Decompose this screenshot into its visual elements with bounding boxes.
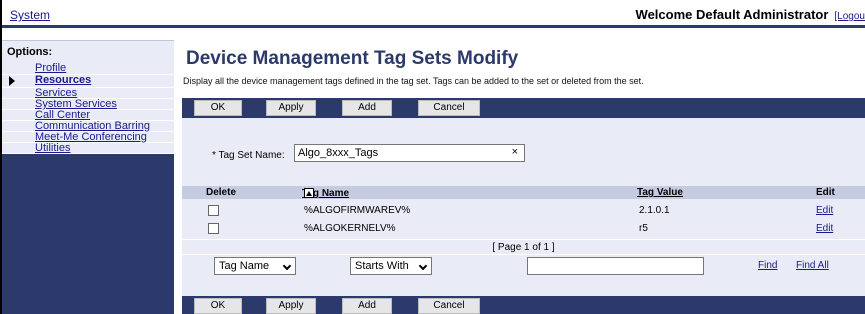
search-row: Tag Name Starts With Find Find All <box>182 257 865 275</box>
logout-link[interactable]: [Logou <box>834 11 865 22</box>
content-panel: * Tag Set Name: Algo_8xxx_Tags × Delete … <box>182 118 865 296</box>
tag-value-cell: r5 <box>639 223 648 234</box>
sidebar: Options: Profile Resources Services Syst… <box>2 40 174 314</box>
ok-button[interactable]: OK <box>194 100 242 116</box>
column-header-tag-name[interactable]: Tag Name <box>302 187 349 199</box>
close-icon[interactable]: × <box>512 146 518 158</box>
system-link[interactable]: System <box>10 8 50 22</box>
main-content: Device Management Tag Sets Modify Displa… <box>176 40 865 314</box>
apply-button[interactable]: Apply <box>266 100 316 116</box>
search-field-select[interactable]: Tag Name <box>214 257 296 275</box>
page-title: Device Management Tag Sets Modify <box>186 48 519 69</box>
search-field-value: Tag Name <box>219 260 270 272</box>
sidebar-menu: Profile Resources Services System Servic… <box>2 63 174 154</box>
options-label: Options: <box>2 41 174 63</box>
column-header-tag-value[interactable]: Tag Value <box>637 187 683 198</box>
delete-checkbox[interactable] <box>208 205 219 216</box>
edit-link[interactable]: Edit <box>816 223 833 234</box>
column-header-edit: Edit <box>816 187 835 198</box>
chevron-down-icon <box>282 261 292 271</box>
sidebar-item-meet-me-conferencing[interactable]: Meet-Me Conferencing <box>2 132 174 143</box>
welcome-banner: Welcome Default Administrator [Logou <box>636 7 865 22</box>
chevron-down-icon <box>418 261 428 271</box>
cancel-button[interactable]: Cancel <box>418 298 480 314</box>
welcome-text: Welcome Default Administrator <box>635 7 829 22</box>
search-mode-select[interactable]: Starts With <box>350 257 432 275</box>
edit-link[interactable]: Edit <box>816 205 833 216</box>
ok-button[interactable]: OK <box>194 298 242 314</box>
apply-button[interactable]: Apply <box>266 298 316 314</box>
cancel-button[interactable]: Cancel <box>418 100 480 116</box>
sidebar-item-resources[interactable]: Resources <box>2 75 174 88</box>
search-input[interactable] <box>527 257 704 275</box>
add-button[interactable]: Add <box>342 298 392 314</box>
top-bar: System Welcome Default Administrator [Log… <box>2 0 865 28</box>
tag-value-cell: 2.1.0.1 <box>639 205 670 216</box>
search-mode-value: Starts With <box>355 260 409 272</box>
sort-ascending-icon[interactable] <box>304 188 314 198</box>
delete-checkbox[interactable] <box>208 223 219 234</box>
table-row: %ALGOFIRMWAREV% 2.1.0.1 Edit <box>182 202 865 218</box>
bullet-arrow-icon <box>9 76 15 86</box>
table-row: %ALGOKERNELV% r5 Edit <box>182 220 865 236</box>
tag-name-cell: %ALGOKERNELV% <box>304 223 396 234</box>
button-bar-top: OK Apply Add Cancel <box>182 98 865 118</box>
find-link[interactable]: Find <box>758 260 777 271</box>
find-all-link[interactable]: Find All <box>796 260 829 271</box>
page-description: Display all the device management tags d… <box>183 76 644 86</box>
tag-set-name-input[interactable]: Algo_8xxx_Tags × <box>294 144 525 162</box>
add-button[interactable]: Add <box>342 100 392 116</box>
tag-name-cell: %ALGOFIRMWAREV% <box>304 205 411 216</box>
sidebar-item-utilities[interactable]: Utilities <box>2 143 174 154</box>
page-indicator: [ Page 1 of 1 ] <box>182 239 865 255</box>
sidebar-item-label[interactable]: Profile <box>35 62 66 74</box>
button-bar-bottom: OK Apply Add Cancel <box>182 296 865 314</box>
sidebar-item-label[interactable]: Utilities <box>35 142 70 154</box>
tag-set-name-label: * Tag Set Name: <box>212 150 285 161</box>
tag-set-name-value[interactable]: Algo_8xxx_Tags <box>298 147 378 159</box>
table-header: Delete Tag Name Tag Value Edit <box>182 186 865 199</box>
column-header-delete: Delete <box>206 187 237 198</box>
sidebar-item-label[interactable]: Resources <box>35 74 91 86</box>
